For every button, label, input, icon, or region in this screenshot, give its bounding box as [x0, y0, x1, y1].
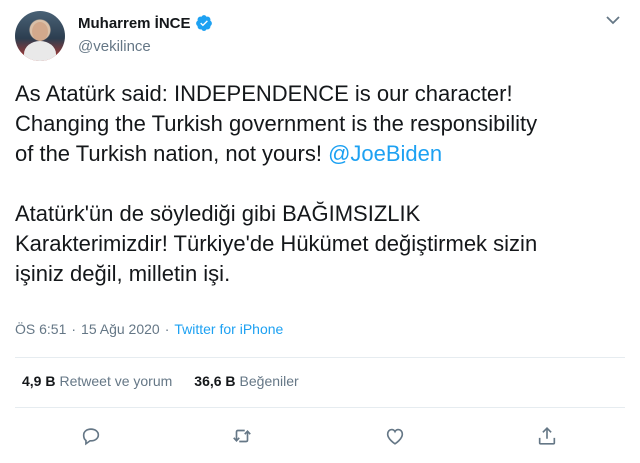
likes-stat[interactable]: 36,6 B Beğeniler — [194, 373, 298, 389]
divider — [15, 357, 625, 358]
author-name-row[interactable]: Muharrem İNCE — [78, 13, 213, 33]
tweet-date[interactable]: 15 Ağu 2020 — [81, 321, 160, 337]
tweet-meta: ÖS 6:51 · 15 Ağu 2020 · Twitter for iPho… — [15, 321, 283, 337]
tweet-text-tr: Atatürk'ün de söylediği gibi BAĞIMSIZLIK… — [15, 201, 538, 286]
likes-label: Beğeniler — [239, 373, 299, 389]
mention-link[interactable]: @JoeBiden — [328, 141, 442, 166]
avatar[interactable] — [15, 11, 65, 61]
share-icon[interactable] — [536, 425, 560, 449]
verified-badge-icon — [195, 14, 213, 32]
reply-icon[interactable] — [80, 425, 104, 449]
tweet-time[interactable]: ÖS 6:51 — [15, 321, 66, 337]
retweet-stat[interactable]: 4,9 B Retweet ve yorum — [22, 373, 172, 389]
tweet-text-en: As Atatürk said: INDEPENDENCE is our cha… — [15, 81, 538, 166]
action-bar — [0, 425, 640, 453]
retweet-count: 4,9 B — [22, 373, 56, 389]
tweet-source[interactable]: Twitter for iPhone — [174, 321, 283, 337]
engagement-stats: 4,9 B Retweet ve yorum 36,6 B Beğeniler — [22, 373, 299, 389]
meta-separator-2: · — [164, 321, 170, 337]
meta-separator: · — [71, 321, 77, 337]
retweet-label: Retweet ve yorum — [59, 373, 173, 389]
heart-icon[interactable] — [384, 425, 408, 449]
divider — [15, 407, 625, 408]
avatar-head — [32, 22, 48, 41]
author-display-name[interactable]: Muharrem İNCE — [78, 15, 191, 32]
avatar-body — [24, 41, 56, 61]
likes-count: 36,6 B — [194, 373, 236, 389]
chevron-down-icon[interactable] — [604, 13, 622, 27]
tweet-text: As Atatürk said: INDEPENDENCE is our cha… — [15, 79, 615, 289]
author-handle[interactable]: @vekilince — [78, 38, 151, 55]
retweet-icon[interactable] — [231, 425, 255, 449]
